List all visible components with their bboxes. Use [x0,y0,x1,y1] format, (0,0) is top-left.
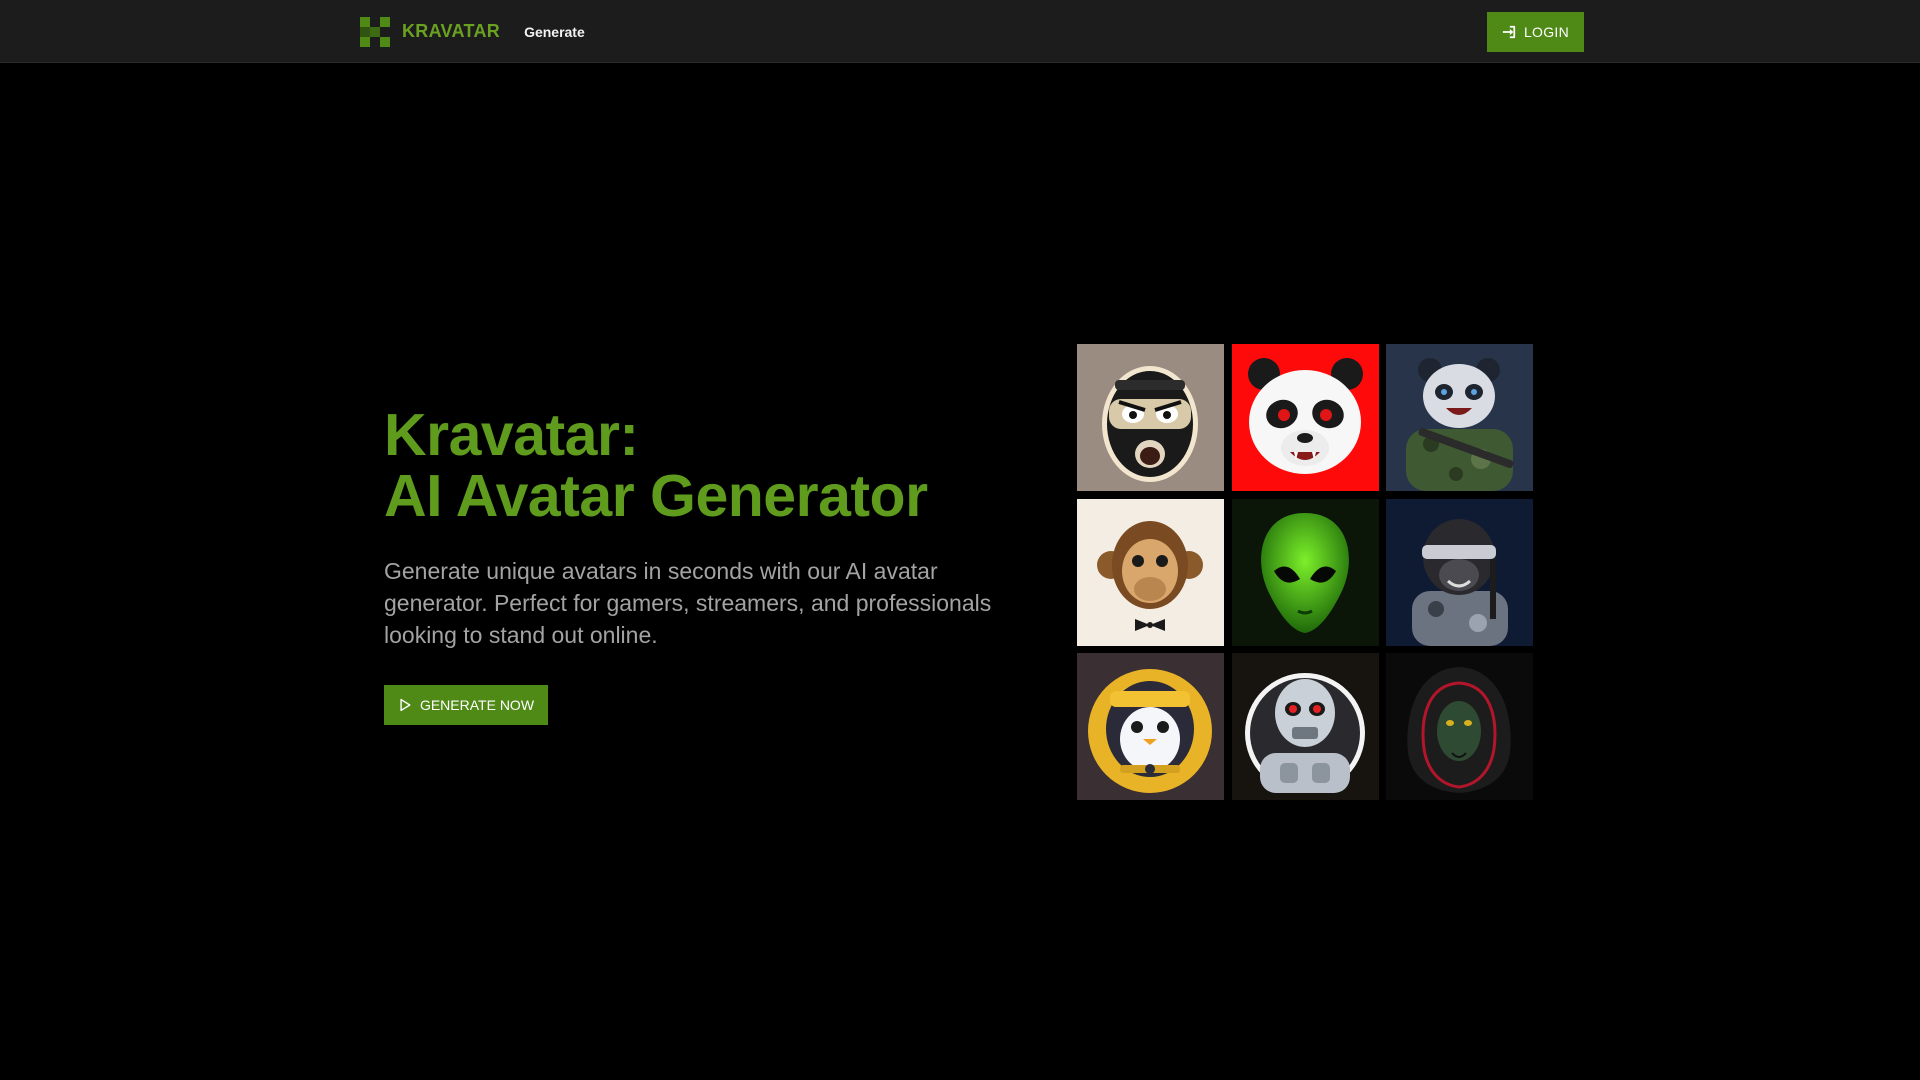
avatar-hooded-cobra[interactable] [1386,653,1533,800]
login-label: LOGIN [1523,23,1570,40]
hero-section: Kravatar: AI Avatar Generator Generate u… [384,405,1024,725]
pixel-grid-logo-icon [360,16,390,47]
avatar-robot-skull[interactable] [1231,653,1379,800]
play-icon [400,698,411,712]
generate-now-button[interactable]: GENERATE NOW [384,685,548,725]
login-button[interactable]: LOGIN [1487,11,1584,52]
brand-name: KRAVATAR [402,21,501,41]
avatar-blindfold-gorilla[interactable] [1386,498,1533,646]
generate-now-label: GENERATE NOW [419,697,535,713]
avatar-monkey-bowtie[interactable] [1077,498,1224,646]
avatar-green-alien[interactable] [1231,498,1379,646]
avatar-angry-panda[interactable] [1231,344,1379,491]
hero-title-line1: Kravatar: [384,402,639,468]
sign-in-icon [1502,25,1516,38]
navbar-container: KRAVATAR Generate LOGIN [360,0,1584,63]
hero-description: Generate unique avatars in seconds with … [384,558,992,648]
brand-link[interactable]: KRAVATAR [360,16,501,47]
avatar-ninja-penguin[interactable] [1077,653,1224,800]
avatar-soldier-panda[interactable] [1386,344,1533,491]
hero-title-line2: AI Avatar Generator [384,463,928,529]
top-navbar: KRAVATAR Generate LOGIN [0,0,1920,63]
avatar-masked-ninja[interactable] [1077,344,1224,491]
nav-generate-link[interactable]: Generate [524,24,585,40]
avatar-gallery [1077,344,1533,800]
hero-title: Kravatar: AI Avatar Generator [384,405,1024,527]
